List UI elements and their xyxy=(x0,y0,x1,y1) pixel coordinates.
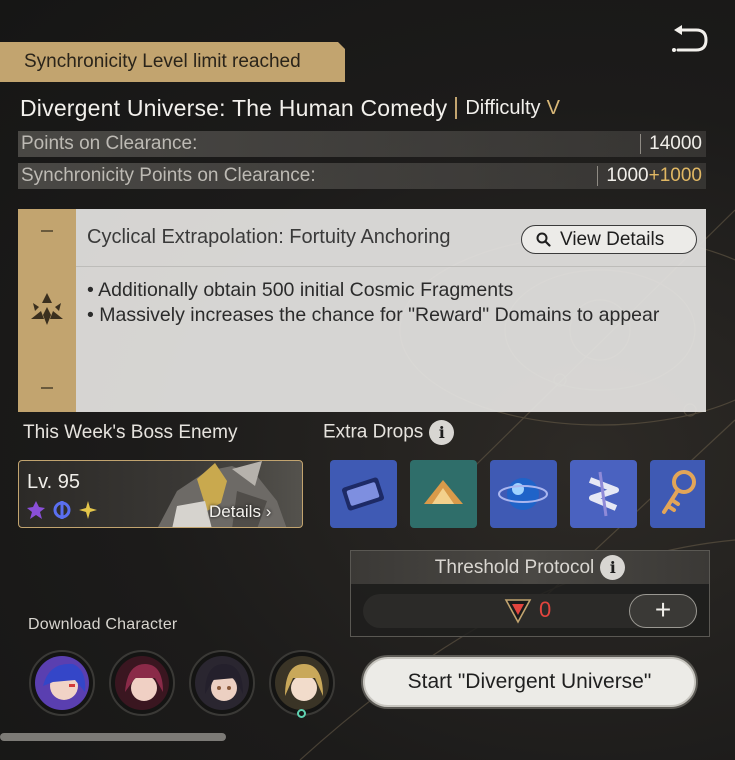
sync-points-label: Synchronicity Points on Clearance: xyxy=(21,165,316,186)
download-character-label: Download Character xyxy=(28,616,178,633)
mode-title-row: Divergent Universe: The Human Comedy Dif… xyxy=(20,93,560,123)
points-value-wrap: 14000 xyxy=(640,133,702,155)
blessing-sidebar xyxy=(18,209,76,412)
drop-item-fuel[interactable] xyxy=(410,460,477,528)
mode-title: Divergent Universe: The Human Comedy xyxy=(20,94,448,121)
threshold-protocol-panel: Threshold Protocol i 0 + xyxy=(350,550,710,637)
threshold-plus-button[interactable]: + xyxy=(629,594,697,628)
threshold-header: Threshold Protocol i xyxy=(351,551,709,584)
drop-item-key[interactable] xyxy=(650,460,717,528)
extra-drops-label: Extra Drops xyxy=(323,421,424,443)
back-arrow-icon[interactable] xyxy=(668,22,712,58)
threshold-triangle-icon xyxy=(504,599,532,624)
side-dash-top xyxy=(41,230,53,232)
points-label: Points on Clearance: xyxy=(21,133,198,154)
chevron-right-icon: › xyxy=(265,502,272,521)
extra-drops-list xyxy=(330,460,717,528)
sync-points-value-wrap: 1000 +1000 xyxy=(597,165,702,187)
sync-limit-banner: Synchronicity Level limit reached xyxy=(0,42,345,82)
boss-card[interactable]: Lv. 95 Details › xyxy=(18,460,303,528)
magnifier-icon xyxy=(536,232,551,247)
value-divider xyxy=(597,166,599,186)
character-avatar[interactable] xyxy=(189,650,255,716)
orb-icon xyxy=(490,460,557,528)
start-divergent-universe-button[interactable]: Start "Divergent Universe" xyxy=(363,657,696,707)
blessing-effect-2: • Massively increases the chance for "Re… xyxy=(87,304,660,326)
boss-level: Lv. 95 xyxy=(27,471,80,493)
boss-details-link[interactable]: Details › xyxy=(209,502,271,522)
key-icon xyxy=(650,460,705,528)
drop-item-spiral[interactable] xyxy=(570,460,637,528)
avatar-image xyxy=(35,656,89,710)
points-value: 14000 xyxy=(649,133,702,154)
threshold-bar: 0 + xyxy=(363,594,697,628)
character-avatar[interactable] xyxy=(29,650,95,716)
boss-details-label: Details xyxy=(209,502,261,521)
drop-item-orb[interactable] xyxy=(490,460,557,528)
points-row: Points on Clearance: 14000 xyxy=(18,131,706,157)
avatar-image xyxy=(275,656,329,710)
blessing-body: Cyclical Extrapolation: Fortuity Anchori… xyxy=(76,209,706,412)
character-avatar[interactable] xyxy=(109,650,175,716)
view-details-label: View Details xyxy=(560,228,665,250)
view-details-button[interactable]: View Details xyxy=(521,225,697,254)
ticket-icon xyxy=(330,460,397,528)
selected-indicator-icon xyxy=(297,709,306,718)
scrollbar[interactable] xyxy=(0,733,226,741)
sync-points-base: 1000 xyxy=(606,165,649,186)
quantum-weakness-icon xyxy=(27,501,45,519)
imaginary-star-weakness-icon xyxy=(79,501,97,519)
blessing-description: • Additionally obtain 500 initial Cosmic… xyxy=(76,267,706,328)
threshold-info-icon[interactable]: i xyxy=(600,555,626,580)
spiral-icon xyxy=(570,460,637,528)
character-avatar-list xyxy=(29,650,335,718)
side-dash-bottom xyxy=(41,387,53,389)
difficulty-value: V xyxy=(546,96,560,119)
blessing-effect-1: • Additionally obtain 500 initial Cosmic… xyxy=(87,279,514,301)
avatar-image xyxy=(195,656,249,710)
value-divider xyxy=(640,134,642,154)
fortuity-emblem-icon xyxy=(31,293,63,325)
fuel-icon xyxy=(410,460,477,528)
extra-drops-heading: Extra Drops i xyxy=(323,420,455,445)
avatar-image xyxy=(115,656,169,710)
threshold-label: Threshold Protocol xyxy=(434,556,595,578)
blessing-title: Cyclical Extrapolation: Fortuity Anchori… xyxy=(87,226,451,248)
difficulty-label: Difficulty xyxy=(465,96,541,119)
extra-drops-info-icon[interactable]: i xyxy=(429,420,455,445)
character-avatar[interactable] xyxy=(269,650,335,718)
title-divider xyxy=(455,97,458,119)
threshold-value: 0 xyxy=(539,597,552,622)
drop-item-ticket[interactable] xyxy=(330,460,397,528)
sync-points-row: Synchronicity Points on Clearance: 1000 +… xyxy=(18,163,706,189)
imaginary-weakness-icon xyxy=(53,501,71,519)
boss-weaknesses xyxy=(25,499,99,521)
blessing-card: Cyclical Extrapolation: Fortuity Anchori… xyxy=(18,209,706,412)
threshold-value-wrap: 0 xyxy=(503,595,551,625)
sync-points-bonus: +1000 xyxy=(648,165,702,186)
boss-section-label: This Week's Boss Enemy xyxy=(23,422,238,443)
